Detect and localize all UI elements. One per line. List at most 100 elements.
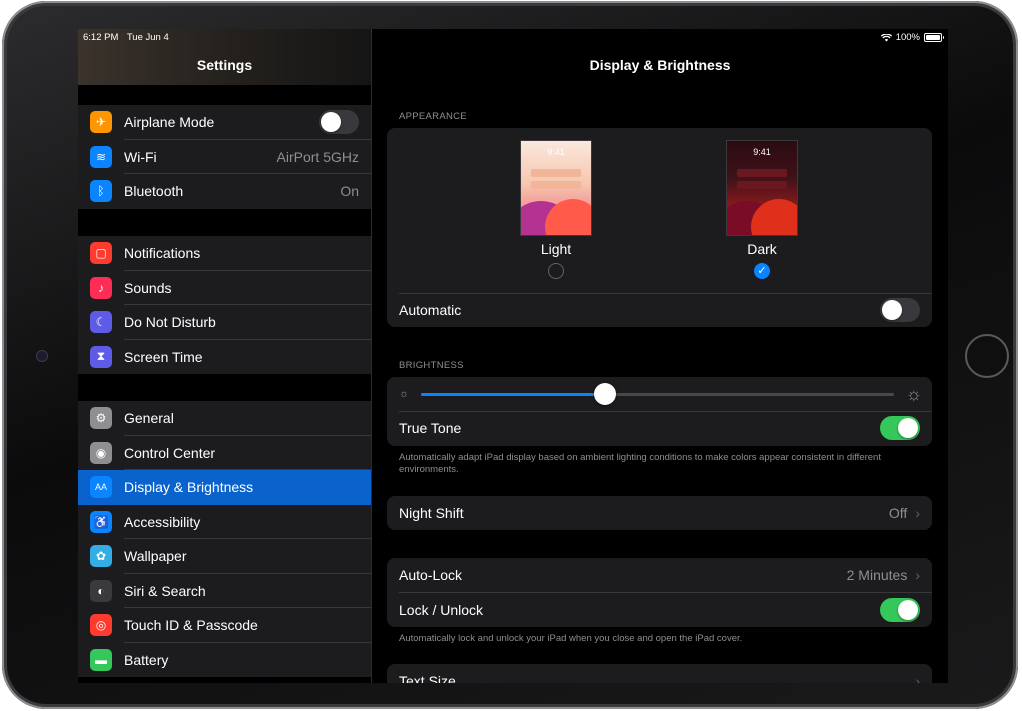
sidebar-item-label: Battery <box>124 651 169 668</box>
dark-thumbnail[interactable]: 9:41 <box>726 140 798 236</box>
wifi-icon: ≋ <box>90 145 112 168</box>
automatic-label: Automatic <box>399 302 462 319</box>
auto-lock-row[interactable]: Auto-Lock 2 Minutes › <box>387 558 932 593</box>
sidebar-item-label: Sounds <box>124 279 172 296</box>
auto-lock-value: 2 Minutes <box>846 567 908 584</box>
sidebar-item-value: AirPort 5GHz <box>276 148 359 165</box>
dark-label: Dark <box>747 241 777 257</box>
lock-unlock-toggle[interactable] <box>880 597 920 622</box>
sidebar-item-siri-search[interactable]: ◐ Siri & Search <box>78 573 371 608</box>
bluetooth-icon: ᛒ <box>90 180 112 203</box>
status-time: 6:12 PM <box>83 32 119 43</box>
sidebar-item-label: Screen Time <box>124 348 203 365</box>
appearance-dark-option[interactable]: 9:41 Dark ✓ <box>726 140 798 279</box>
light-label: Light <box>540 241 572 257</box>
brightness-slider-row: ☼ ☼ <box>387 377 932 411</box>
sidebar-item-sounds[interactable]: ♪ Sounds <box>78 270 371 305</box>
lock-unlock-row: Lock / Unlock <box>387 593 932 628</box>
auto-lock-label: Auto-Lock <box>399 567 463 584</box>
front-camera <box>36 350 48 362</box>
fingerprint-icon: ◎ <box>90 614 112 637</box>
light-radio[interactable] <box>548 263 564 279</box>
home-button[interactable] <box>965 334 1009 378</box>
hourglass-icon: ⧗ <box>90 345 112 368</box>
sidebar-item-display-brightness[interactable]: AA Display & Brightness <box>78 470 371 505</box>
true-tone-row: True Tone <box>387 411 932 446</box>
status-bar-right: 100% <box>880 32 944 43</box>
night-shift-value: Off <box>888 505 908 522</box>
sidebar-title: Settings <box>196 57 253 73</box>
text-size-card: Text Size › <box>387 664 932 683</box>
night-shift-card: Night Shift Off › <box>387 496 932 530</box>
text-size-label: Text Size <box>399 673 456 683</box>
automatic-toggle[interactable] <box>880 298 920 323</box>
sidebar-item-notifications[interactable]: ▢ Notifications <box>78 236 371 271</box>
gear-icon: ⚙ <box>90 407 112 430</box>
sidebar-item-accessibility[interactable]: ♿ Accessibility <box>78 504 371 539</box>
sidebar-item-label: Airplane Mode <box>124 114 215 131</box>
sidebar-item-touch-id-passcode[interactable]: ◎ Touch ID & Passcode <box>78 608 371 643</box>
brightness-header: BRIGHTNESS <box>399 360 464 371</box>
ipad-bezel: 6:12 PM Tue Jun 4 Settings ✈ Airplane Mod… <box>2 1 1018 709</box>
accessibility-icon: ♿ <box>90 510 112 533</box>
sidebar-item-label: Wallpaper <box>124 548 187 565</box>
dark-radio-checked[interactable]: ✓ <box>754 263 770 279</box>
sidebar-item-screen-time[interactable]: ⧗ Screen Time <box>78 339 371 374</box>
display-brightness-pane: 100% Display & Brightness APPEARANCE 9:4… <box>372 29 948 683</box>
true-tone-footer: Automatically adapt iPad display based o… <box>399 452 881 475</box>
sidebar-item-wi-fi[interactable]: ≋ Wi-Fi AirPort 5GHz <box>78 139 371 174</box>
sidebar-group-3: ⚙ General ◉ Control Center AA Display & Brigh… <box>78 401 371 677</box>
sidebar-group-2: ▢ Notifications ♪ Sounds ☾ Do Not Disturb ⧗ Scr… <box>78 236 371 374</box>
page-title: Display & Brightness <box>589 57 731 73</box>
battery-icon: ▬ <box>90 648 112 671</box>
sidebar-item-label: Siri & Search <box>124 582 206 599</box>
notifications-icon: ▢ <box>90 242 112 265</box>
sidebar-item-general[interactable]: ⚙ General <box>78 401 371 436</box>
sidebar-item-label: Bluetooth <box>124 183 184 200</box>
appearance-header: APPEARANCE <box>399 111 467 122</box>
sidebar-group-1: ✈ Airplane Mode ≋ Wi-Fi AirPort 5GHz ᛒ Bluetoo… <box>78 105 371 209</box>
appearance-card: 9:41 Light 9:41 Dark ✓ Automatic <box>387 128 932 327</box>
sidebar-item-battery[interactable]: ▬ Battery <box>78 642 371 677</box>
light-thumbnail[interactable]: 9:41 <box>520 140 592 236</box>
sidebar-item-label: Display & Brightness <box>124 479 254 496</box>
thumb-time: 9:41 <box>547 147 565 157</box>
appearance-light-option[interactable]: 9:41 Light <box>520 140 592 279</box>
brightness-slider[interactable] <box>421 382 894 405</box>
sidebar-item-label: Do Not Disturb <box>124 314 216 331</box>
night-shift-row[interactable]: Night Shift Off › <box>387 496 932 530</box>
flower-icon: ✿ <box>90 545 112 568</box>
chevron-right-icon: › <box>915 567 920 584</box>
night-shift-label: Night Shift <box>399 505 464 522</box>
text-size-icon: AA <box>90 476 112 499</box>
sidebar-item-do-not-disturb[interactable]: ☾ Do Not Disturb <box>78 305 371 340</box>
true-tone-toggle[interactable] <box>880 416 920 441</box>
sidebar-item-wallpaper[interactable]: ✿ Wallpaper <box>78 539 371 574</box>
sidebar-item-airplane-mode[interactable]: ✈ Airplane Mode <box>78 105 371 140</box>
sidebar-item-bluetooth[interactable]: ᛒ Bluetooth On <box>78 174 371 209</box>
brightness-slider-thumb[interactable] <box>594 382 617 405</box>
settings-sidebar: 6:12 PM Tue Jun 4 Settings ✈ Airplane Mod… <box>78 29 372 683</box>
screen: 6:12 PM Tue Jun 4 Settings ✈ Airplane Mod… <box>78 29 948 683</box>
lock-unlock-label: Lock / Unlock <box>399 601 484 618</box>
sidebar-item-label: Wi-Fi <box>124 148 157 165</box>
siri-icon: ◐ <box>90 579 112 602</box>
airplane-icon: ✈ <box>90 111 112 134</box>
battery-status-icon <box>924 33 944 42</box>
lock-card: Auto-Lock 2 Minutes › Lock / Unlock <box>387 558 932 627</box>
switches-icon: ◉ <box>90 441 112 464</box>
true-tone-label: True Tone <box>399 420 462 437</box>
text-size-row[interactable]: Text Size › <box>387 664 932 683</box>
sidebar-item-control-center[interactable]: ◉ Control Center <box>78 435 371 470</box>
wifi-status-icon <box>880 33 892 41</box>
sidebar-item-label: Notifications <box>124 245 201 262</box>
brightness-card: ☼ ☼ True Tone <box>387 377 932 446</box>
battery-percent: 100% <box>895 32 920 43</box>
brightness-low-icon: ☼ <box>399 388 410 400</box>
status-date: Tue Jun 4 <box>126 32 169 43</box>
thumb-time: 9:41 <box>753 147 771 157</box>
brightness-high-icon: ☼ <box>905 383 923 404</box>
airplane-mode-toggle[interactable] <box>319 110 359 135</box>
status-bar-left: 6:12 PM Tue Jun 4 <box>83 32 175 43</box>
sounds-icon: ♪ <box>90 276 112 299</box>
